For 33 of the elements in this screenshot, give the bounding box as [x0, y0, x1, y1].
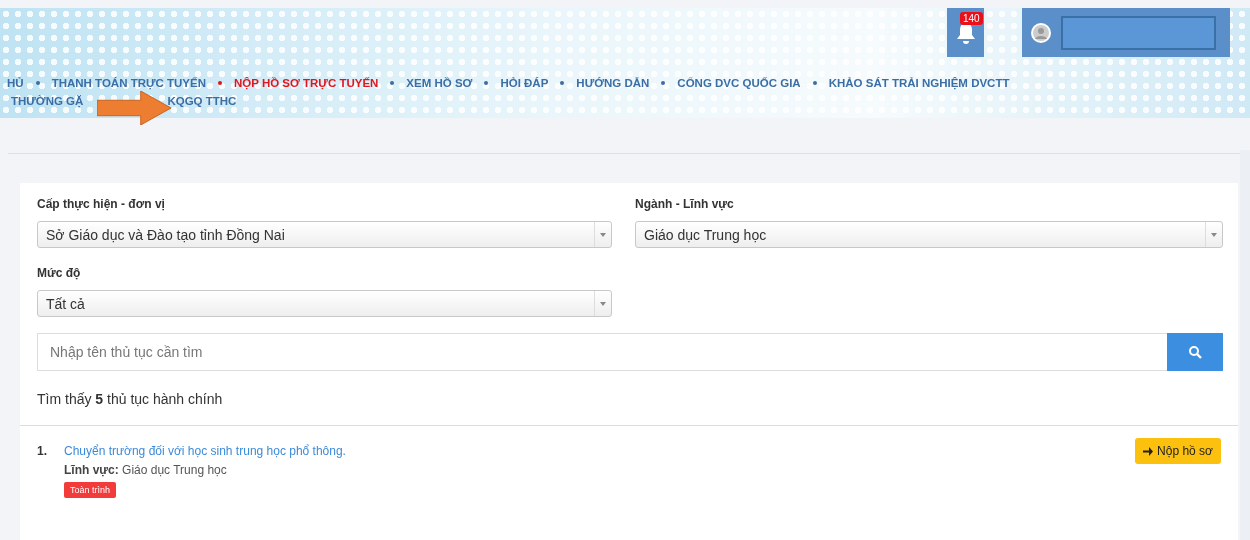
notification-count: 140: [960, 12, 983, 25]
field-label: Mức độ: [37, 266, 82, 280]
dropdown-field[interactable]: Giáo dục Trung học: [635, 221, 1223, 248]
item-number: 1.: [37, 444, 47, 460]
nav-link[interactable]: CỔNG DVC QUỐC GIA: [677, 77, 801, 89]
nav-link[interactable]: HỦ: [7, 77, 24, 89]
status-badge: Toàn trình: [64, 482, 117, 498]
nav-link[interactable]: THƯỜNG GẶ: [11, 95, 84, 107]
nav-link[interactable]: THANH TOÁN TRỰC TUYẾN: [51, 77, 206, 89]
search-field[interactable]: Nhập tên thủ tục cần tìm: [37, 333, 1167, 371]
nav-link[interactable]: HƯỚNG DẪN: [576, 77, 650, 89]
nav-link[interactable]: KHẢO SÁT TRẢI NGHIỆM DVCTT: [828, 77, 1010, 89]
nav-link[interactable]: NỘP HỒ SƠ TRỰC TUYẾN: [234, 77, 379, 89]
arrow-icon: [1143, 446, 1154, 456]
search-button[interactable]: [1167, 333, 1223, 371]
caret-icon: [1211, 232, 1217, 237]
submit-button[interactable]: Nộp hồ sơ: [1135, 438, 1221, 464]
caret-icon: [600, 301, 606, 306]
caret-icon: [600, 232, 606, 237]
field-label: Cấp thực hiện - đơn vị: [37, 197, 166, 211]
search-icon: [1188, 345, 1202, 359]
notification-button[interactable]: 140: [947, 8, 984, 57]
procedure-link[interactable]: Chuyển trường đối với học sinh trung học phổ thông.: [64, 444, 346, 458]
dropdown-field[interactable]: Sở Giáo dục và Đào tạo tỉnh Đồng Nai: [37, 221, 612, 248]
result-summary: Tìm thấy 5 thủ tục hành chính: [37, 391, 224, 407]
nav-link[interactable]: KQGQ TTHC: [167, 95, 237, 107]
dropdown-field[interactable]: Tất cả: [37, 290, 612, 317]
field-label: Ngành - Lĩnh vực: [635, 197, 735, 211]
nav-link[interactable]: XEM HỒ SƠ: [406, 77, 473, 89]
nav-link[interactable]: HỎI ĐÁP: [500, 77, 549, 89]
avatar-icon: [1031, 22, 1051, 43]
field-info: Lĩnh vực: Giáo dục Trung học: [64, 463, 227, 477]
user-menu[interactable]: [1022, 8, 1230, 57]
